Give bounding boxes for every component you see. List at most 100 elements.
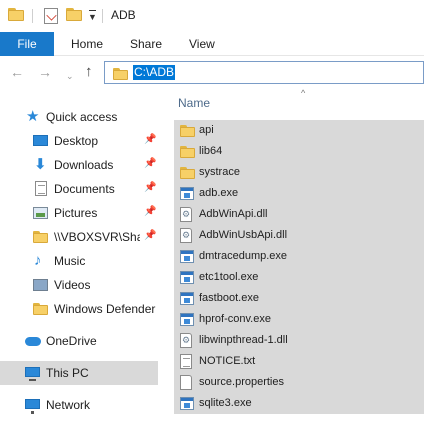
- videos-icon: [33, 277, 49, 293]
- file-name: adb.exe: [199, 187, 239, 199]
- pictures-icon: [33, 205, 49, 221]
- file-name: api: [199, 124, 214, 136]
- pin-icon[interactable]: 📌: [144, 134, 156, 145]
- file-name: etc1tool.exe: [199, 271, 259, 283]
- text-file-icon: [180, 354, 194, 369]
- sidebar-item-label: \\VBOXSVR\Shar: [54, 230, 140, 244]
- exe-icon: [180, 270, 194, 285]
- up-arrow-icon[interactable]: ↑: [85, 64, 93, 80]
- folder-icon: [180, 165, 195, 180]
- address-input[interactable]: C:\ADB: [133, 65, 176, 80]
- list-item[interactable]: sqlite3.exe: [174, 393, 424, 414]
- properties-icon[interactable]: [44, 8, 58, 24]
- sidebar-item-music[interactable]: ♪ Music: [0, 249, 158, 273]
- sidebar-item-network-share[interactable]: \\VBOXSVR\Shar 📌: [0, 225, 158, 249]
- pin-icon[interactable]: 📌: [144, 182, 156, 193]
- music-icon: ♪: [34, 252, 42, 269]
- sidebar-item-label: OneDrive: [46, 334, 97, 348]
- file-name: dmtracedump.exe: [199, 250, 288, 262]
- list-item[interactable]: AdbWinApi.dll: [174, 204, 424, 225]
- sidebar-item-onedrive[interactable]: OneDrive: [0, 329, 158, 353]
- folder-icon: [180, 123, 195, 138]
- file-name: fastboot.exe: [199, 292, 259, 304]
- separator: [102, 9, 103, 23]
- list-item[interactable]: systrace: [174, 162, 424, 183]
- new-folder-icon[interactable]: [66, 8, 82, 21]
- pin-icon[interactable]: 📌: [144, 230, 156, 241]
- dll-icon: [180, 207, 194, 222]
- file-name: libwinpthread-1.dll: [199, 334, 288, 346]
- list-item[interactable]: lib64: [174, 141, 424, 162]
- address-bar[interactable]: C:\ADB: [104, 61, 424, 84]
- list-item[interactable]: NOTICE.txt: [174, 351, 424, 372]
- folder-icon: [8, 8, 24, 21]
- sidebar-item-network[interactable]: Network: [0, 393, 158, 417]
- title-bar: ▼ ADB: [0, 0, 424, 32]
- column-header-name[interactable]: Name: [178, 96, 210, 110]
- file-name: systrace: [199, 166, 240, 178]
- sidebar-item-pictures[interactable]: Pictures 📌: [0, 201, 158, 225]
- sidebar-item-windows-defender[interactable]: Windows Defender: [0, 297, 158, 321]
- desktop-icon: [33, 133, 49, 149]
- exe-icon: [180, 186, 194, 201]
- sidebar-item-label: Quick access: [46, 110, 118, 124]
- list-item[interactable]: fastboot.exe: [174, 288, 424, 309]
- file-name: source.properties: [199, 376, 284, 388]
- folder-icon: [33, 301, 49, 317]
- exe-icon: [180, 249, 194, 264]
- sidebar-item-downloads[interactable]: ⬇ Downloads 📌: [0, 153, 158, 177]
- back-arrow-icon[interactable]: ←: [10, 64, 24, 80]
- list-item[interactable]: source.properties: [174, 372, 424, 393]
- sidebar-item-documents[interactable]: Documents 📌: [0, 177, 158, 201]
- sidebar-item-this-pc[interactable]: This PC: [0, 361, 158, 385]
- file-name: lib64: [199, 145, 223, 157]
- navigation-pane: ★ Quick access Desktop 📌 ⬇ Downloads 📌 D…: [0, 96, 158, 426]
- list-item[interactable]: adb.exe: [174, 183, 424, 204]
- chevron-down-icon[interactable]: ⌄: [66, 68, 74, 84]
- sidebar-item-label: Videos: [54, 278, 91, 292]
- network-share-icon: [33, 229, 49, 245]
- folder-icon: [180, 144, 195, 159]
- tab-home[interactable]: Home: [71, 32, 103, 56]
- file-name: AdbWinUsbApi.dll: [199, 229, 288, 241]
- window-title: ADB: [111, 8, 136, 22]
- file-name: sqlite3.exe: [199, 397, 252, 409]
- forward-arrow-icon[interactable]: →: [38, 64, 52, 80]
- customize-toolbar-icon[interactable]: ▼: [88, 10, 97, 22]
- pin-icon[interactable]: 📌: [144, 158, 156, 169]
- file-name: AdbWinApi.dll: [199, 208, 268, 220]
- sidebar-item-label: Network: [46, 398, 91, 412]
- list-item[interactable]: libwinpthread-1.dll: [174, 330, 424, 351]
- sidebar-item-desktop[interactable]: Desktop 📌: [0, 129, 158, 153]
- list-item[interactable]: AdbWinUsbApi.dll: [174, 225, 424, 246]
- sidebar-item-label: Pictures: [54, 206, 98, 220]
- sidebar-item-videos[interactable]: Videos: [0, 273, 158, 297]
- dll-icon: [180, 228, 194, 243]
- exe-icon: [180, 291, 194, 306]
- sort-ascending-icon: ^: [301, 88, 306, 98]
- documents-icon: [35, 181, 51, 197]
- star-icon: ★: [26, 108, 40, 125]
- sidebar-item-quick-access[interactable]: ★ Quick access: [0, 105, 158, 129]
- cloud-icon: [25, 333, 41, 349]
- sidebar-item-label: Windows Defender: [54, 302, 156, 316]
- list-item[interactable]: api: [174, 120, 424, 141]
- tab-view[interactable]: View: [189, 32, 215, 56]
- tab-file[interactable]: File: [0, 32, 54, 56]
- file-icon: [180, 375, 194, 390]
- ribbon-tabs: File Home Share View: [0, 32, 424, 56]
- network-icon: [25, 397, 41, 414]
- download-icon: ⬇: [34, 156, 47, 173]
- sidebar-item-label: Music: [54, 254, 86, 268]
- tab-share[interactable]: Share: [130, 32, 162, 56]
- sidebar-item-label: Documents: [54, 182, 115, 196]
- file-name: NOTICE.txt: [199, 355, 256, 367]
- sidebar-item-label: Desktop: [54, 134, 99, 148]
- list-item[interactable]: dmtracedump.exe: [174, 246, 424, 267]
- list-item[interactable]: etc1tool.exe: [174, 267, 424, 288]
- pin-icon[interactable]: 📌: [144, 206, 156, 217]
- exe-icon: [180, 396, 194, 411]
- list-item[interactable]: hprof-conv.exe: [174, 309, 424, 330]
- sidebar-item-label: This PC: [46, 366, 89, 380]
- separator: [32, 9, 33, 23]
